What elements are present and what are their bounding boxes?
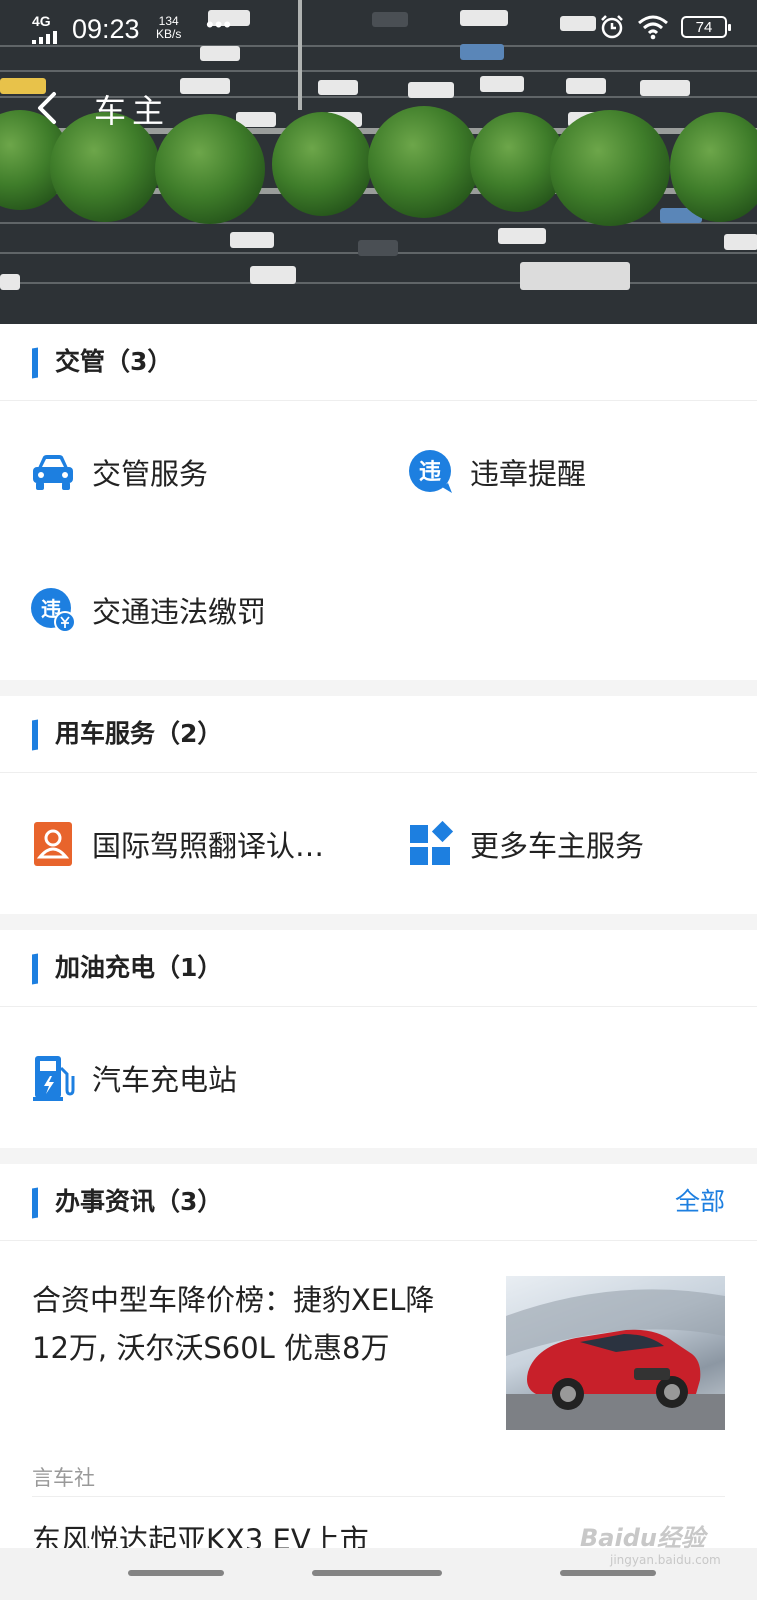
alarm-icon <box>601 15 623 39</box>
section-title: 用车服务（2） <box>55 719 223 748</box>
service-charging-station[interactable]: 汽车充电站 <box>30 1048 237 1108</box>
service-label: 汽车充电站 <box>92 1063 238 1097</box>
section-header: 交管（3） <box>0 324 757 401</box>
news-thumbnail <box>506 1276 725 1430</box>
section-fuel-charging: 加油充电（1） 汽车充电站 <box>0 930 757 1148</box>
violation-icon: 违 <box>409 450 452 493</box>
battery-indicator: 74 <box>681 16 731 38</box>
page-title: 车主 <box>94 92 171 130</box>
home-indicator[interactable] <box>312 1570 442 1576</box>
license-icon <box>34 822 72 866</box>
section-header: 用车服务（2） <box>0 696 757 773</box>
service-label: 违章提醒 <box>470 457 587 491</box>
service-international-license[interactable]: 国际驾照翻译认… <box>30 814 324 874</box>
baidu-watermark: Baidu经验 jingyan.baidu.com <box>580 1524 721 1567</box>
nav-bar: 车主 <box>0 72 757 142</box>
section-accent-bar <box>32 719 38 751</box>
violation-payment-icon: 违 <box>31 588 76 633</box>
service-label: 交管服务 <box>92 457 209 491</box>
network-speed: 134 KB/s <box>156 14 182 41</box>
news-item[interactable]: 合资中型车降价榜：捷豹XEL降12万, 沃尔沃S60L 优惠8万 言车社 <box>32 1276 725 1496</box>
violation-glyph: 违 <box>419 459 441 485</box>
more-notifications-icon: ••• <box>206 12 233 37</box>
wifi-icon <box>638 15 668 40</box>
nav-indicator-right[interactable] <box>560 1570 656 1576</box>
news-title: 合资中型车降价榜：捷豹XEL降12万, 沃尔沃S60L 优惠8万 <box>32 1283 435 1365</box>
service-label: 更多车主服务 <box>470 829 645 863</box>
section-header: 加油充电（1） <box>0 930 757 1007</box>
clock: 09:23 <box>72 14 140 44</box>
section-header: 办事资讯（3） 全部 <box>0 1164 757 1241</box>
section-car-service: 用车服务（2） 国际驾照翻译认… 更多车主服务 <box>0 696 757 914</box>
section-accent-bar <box>32 953 38 985</box>
nav-indicator-left[interactable] <box>128 1570 224 1576</box>
section-accent-bar <box>32 347 38 379</box>
news-source: 言车社 <box>32 1466 95 1490</box>
section-title: 办事资讯（3） <box>55 1187 223 1216</box>
charging-station-icon <box>33 1056 75 1101</box>
section-accent-bar <box>32 1187 38 1219</box>
grid-icon <box>410 821 454 865</box>
section-title: 加油充电（1） <box>55 953 223 982</box>
view-all-link[interactable]: 全部 <box>675 1182 725 1218</box>
section-title: 交管（3） <box>55 347 173 376</box>
section-traffic: 交管（3） 交管服务 违 违章提醒 违 交通违法缴罚 <box>0 324 757 680</box>
car-icon <box>33 455 73 490</box>
service-violation-payment[interactable]: 违 交通违法缴罚 <box>30 580 266 640</box>
header-banner: 4G 09:23 134 KB/s ••• 74 车主 <box>0 0 757 324</box>
service-label: 国际驾照翻译认… <box>92 829 325 863</box>
red-car-image <box>506 1289 725 1430</box>
service-more-owner-services[interactable]: 更多车主服务 <box>408 814 644 874</box>
service-violation-reminder[interactable]: 违 违章提醒 <box>408 442 586 502</box>
status-bar: 4G 09:23 134 KB/s ••• 74 <box>0 0 757 58</box>
service-label: 交通违法缴罚 <box>92 595 267 629</box>
back-arrow-icon <box>38 92 56 124</box>
cellular-signal-icon: 4G <box>32 14 57 44</box>
back-button[interactable] <box>28 86 72 130</box>
service-traffic-management[interactable]: 交管服务 <box>30 442 208 502</box>
news-divider <box>32 1496 725 1497</box>
